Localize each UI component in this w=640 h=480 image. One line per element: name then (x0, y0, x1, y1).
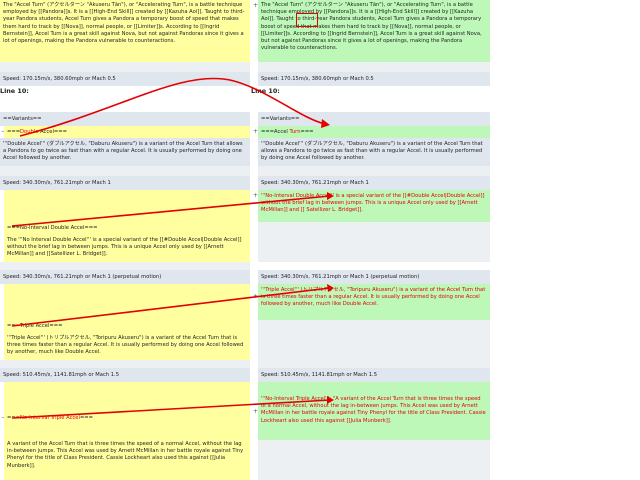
left-speed-4-text: Speed: 510.45m/s, 1141.81mph or Mach 1.5 (3, 372, 119, 378)
right-double-desc-text: '''Double Accel''' (ダブルアクセル, "Daburu Aku… (261, 141, 483, 162)
right-speed-2: Speed: 340.30m/s, 761.21mph or Mach 1 (258, 176, 490, 190)
right-double-desc: '''Double Accel''' (ダブルアクセル, "Daburu Aku… (258, 138, 490, 166)
left-intro-block: The "Accel Turn" (アクセルターン "Akuseru Tān")… (0, 0, 250, 62)
right-intro-marked-text: It is a (359, 9, 374, 16)
left-no-interval-desc: The '''No Interval Double Accel''' is a … (4, 234, 250, 262)
left-speed-3: Speed: 340.30m/s, 761.21mph or Mach 1 (p… (0, 270, 250, 284)
right-line-header: Line 10: (251, 87, 280, 95)
left-empty-del-1 (4, 190, 250, 222)
left-nitriple-word-highlight: No-Interval Triple Accel (20, 415, 80, 421)
right-speed-4-text: Speed: 510.45m/s, 1141.81mph or Mach 1.5 (261, 372, 377, 378)
right-speed-1-text: Speed: 170.15m/s, 380.60mph or Mach 0.5 (261, 76, 374, 82)
left-triple-heading: ===Triple Accel=== (4, 320, 250, 332)
right-gap (258, 62, 490, 72)
right-no-interval-add-text: '''No-Interval Double Accel''' is a spec… (261, 193, 485, 214)
right-speed-3: Speed: 340.30m/s, 761.21mph or Mach 1 (p… (258, 270, 490, 284)
left-gap-4 (0, 360, 250, 368)
right-intro-text-b: [[High-End Skill]] created by [[Kazuha A… (261, 9, 482, 52)
right-gap-5 (258, 440, 490, 480)
left-no-interval-desc-text: The '''No Interval Double Accel''' is a … (7, 237, 242, 258)
left-nitriple-desc-text: A variant of the Accel Turn that is thre… (7, 441, 244, 469)
left-nitriple-post: === (79, 415, 93, 421)
left-triple-desc-text: '''Triple Accel''' (トリプルアクセル, "Toripuru … (7, 335, 244, 356)
left-double-desc: '''Double Accel''' (ダブルアクセル, "Daburu Aku… (0, 138, 250, 166)
left-nitriple-desc: A variant of the Accel Turn that is thre… (4, 438, 250, 480)
left-double-post: Accel=== (38, 129, 67, 135)
left-gap (0, 62, 250, 72)
left-speed-1: Speed: 170.15m/s, 380.60mph or Mach 0.5 (0, 72, 250, 86)
right-accel-word-highlight: Turn (289, 129, 301, 135)
left-speed-2: Speed: 340.30m/s, 761.21mph or Mach 1 (0, 176, 250, 190)
right-speed-2-text: Speed: 340.30m/s, 761.21mph or Mach 1 (261, 180, 369, 186)
right-speed-4: Speed: 510.45m/s, 1141.81mph or Mach 1.5 (258, 368, 490, 382)
right-accel-pre: ===Accel (261, 129, 290, 135)
left-empty-del-2 (4, 284, 250, 320)
right-gap-2 (258, 166, 490, 176)
left-double-pre: === (7, 129, 21, 135)
right-triple-add-text: '''Triple Accel''' (トリプルアクセル, "Toripuru … (261, 287, 486, 308)
left-empty-del-3 (4, 382, 250, 412)
left-no-interval-heading: ===No-Interval Double Accel=== (4, 222, 250, 234)
right-accel-heading: ===Accel Turn=== (258, 126, 490, 138)
left-gap-2 (0, 166, 250, 176)
left-variants-text: ==Variants== (3, 116, 42, 122)
right-no-interval-add: '''No-Interval Double Accel''' is a spec… (258, 190, 490, 222)
left-triple-desc: '''Triple Accel''' (トリプルアクセル, "Toripuru … (4, 332, 250, 360)
left-speed-4: Speed: 510.45m/s, 1141.81mph or Mach 1.5 (0, 368, 250, 382)
right-nitriple-add-text: '''No-Interval Triple Accel''': "A varia… (261, 396, 486, 424)
left-speed-1-text: Speed: 170.15m/s, 380.60mph or Mach 0.5 (3, 76, 116, 82)
right-triple-add: '''Triple Accel''' (トリプルアクセル, "Toripuru … (258, 284, 490, 320)
left-double-heading: ===Double Accel=== (4, 126, 250, 138)
left-speed-3-text: Speed: 340.30m/s, 761.21mph or Mach 1 (p… (3, 274, 162, 280)
right-accel-post: === (300, 129, 314, 135)
left-speed-2-text: Speed: 340.30m/s, 761.21mph or Mach 1 (3, 180, 111, 186)
right-variants-heading: ==Variants== (258, 112, 490, 126)
left-no-interval-heading-text: ===No-Interval Double Accel=== (7, 225, 98, 231)
right-speed-3-text: Speed: 340.30m/s, 761.21mph or Mach 1 (p… (261, 274, 420, 280)
left-nitriple-heading: ===No-Interval Triple Accel=== (4, 412, 250, 438)
left-double-word-highlight: Double (20, 129, 39, 135)
left-variants-heading: ==Variants== (0, 112, 250, 126)
right-gap-4 (258, 320, 490, 368)
right-intro-block: The "Accel Turn" (アクセルターン "Akuseru Tān")… (258, 0, 490, 62)
left-gap-3 (0, 262, 250, 270)
left-nitriple-pre: === (7, 415, 21, 421)
left-double-desc-text: '''Double Accel''' (ダブルアクセル, "Daburu Aku… (3, 141, 243, 162)
right-nitriple-add: '''No-Interval Triple Accel''': "A varia… (258, 382, 490, 440)
annotation-box (296, 13, 318, 27)
right-variants-text: ==Variants== (261, 116, 300, 122)
right-gap-3 (258, 222, 490, 262)
right-speed-1: Speed: 170.15m/s, 380.60mph or Mach 0.5 (258, 72, 490, 86)
left-line-header: Line 10: (0, 87, 29, 95)
left-triple-heading-text: ===Triple Accel=== (7, 323, 63, 329)
left-intro-text: The "Accel Turn" (アクセルターン "Akuseru Tān")… (3, 2, 245, 45)
